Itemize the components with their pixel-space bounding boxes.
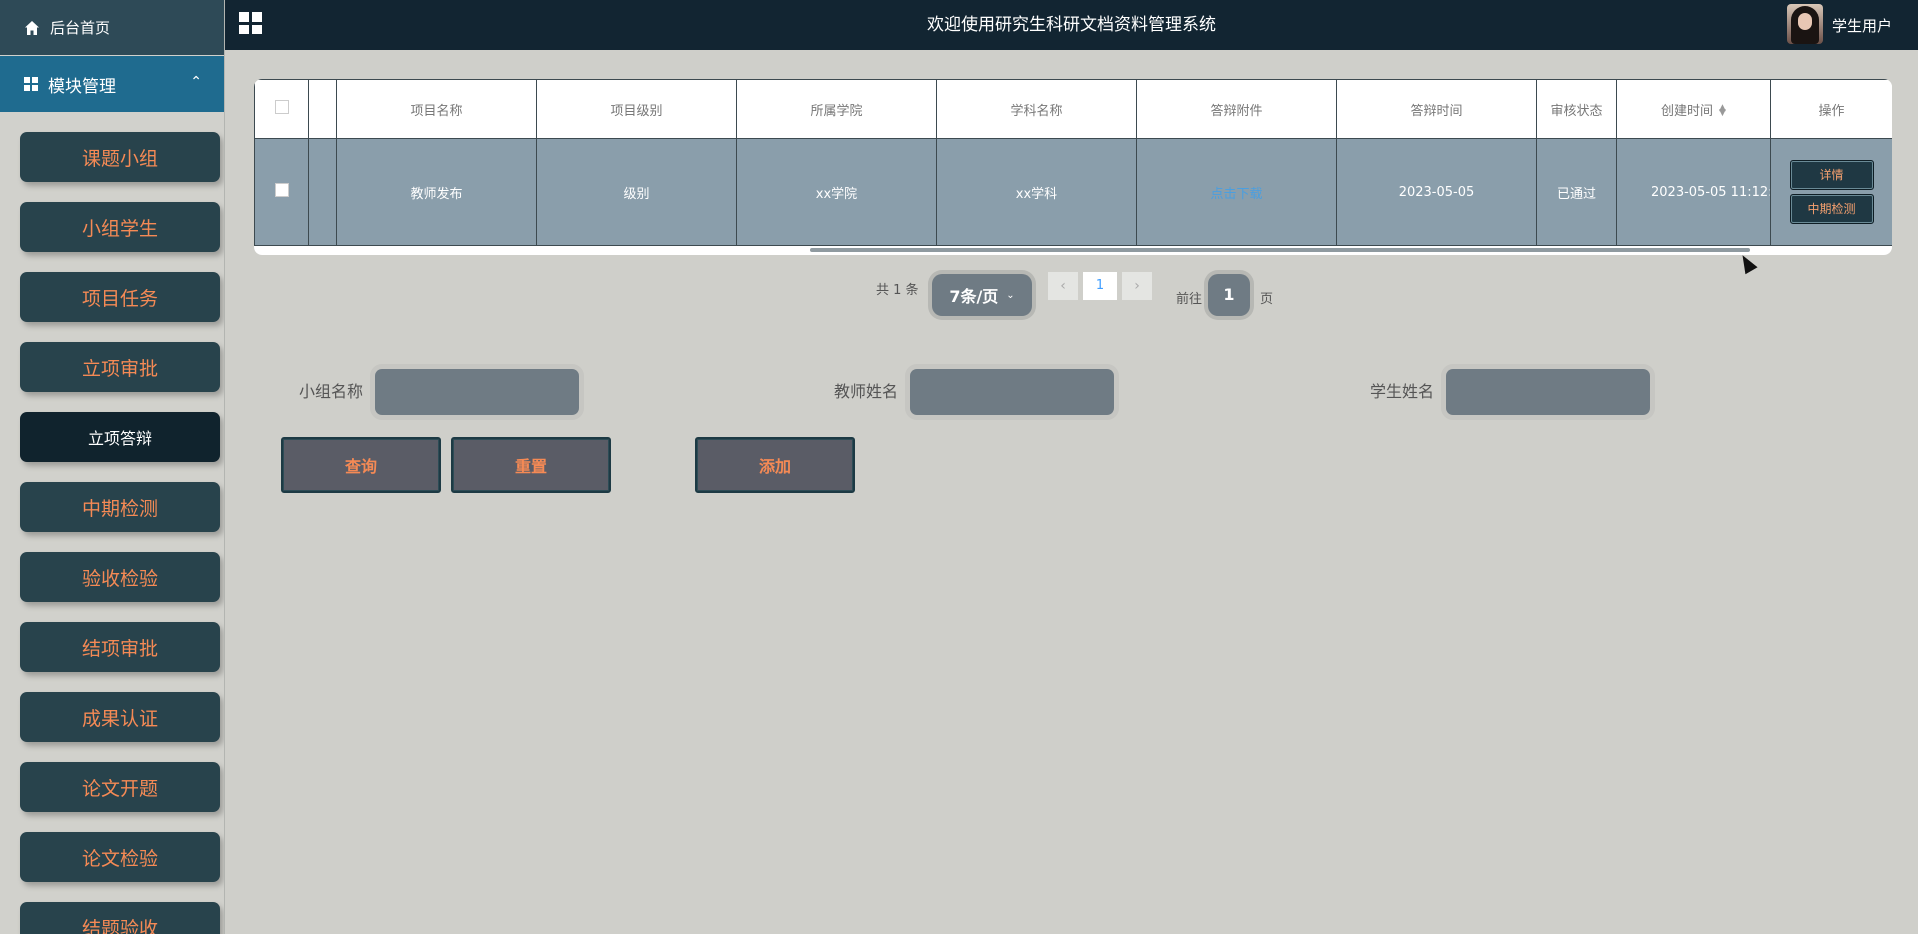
data-table-card: 项目名称 项目级别 所属学院 学科名称 答辩附件 答辩时间 审核状态 创建时间 ▲… bbox=[254, 79, 1892, 255]
table-header-row: 项目名称 项目级别 所属学院 学科名称 答辩附件 答辩时间 审核状态 创建时间 ▲… bbox=[254, 79, 1892, 139]
row-checkbox[interactable] bbox=[274, 183, 289, 197]
chevron-left-icon: ‹ bbox=[1060, 278, 1066, 294]
cell-review-status: 已通过 bbox=[1536, 138, 1617, 246]
cell-project-level: 级别 bbox=[536, 138, 737, 246]
sidebar-item-group-students[interactable]: 小组学生 bbox=[20, 202, 220, 252]
col-header-project-level: 项目级别 bbox=[536, 79, 737, 139]
page-title: 欢迎使用研究生科研文档资料管理系统 bbox=[927, 15, 1216, 35]
sidebar-home-link[interactable]: 后台首页 bbox=[0, 0, 224, 55]
col-header-created-time-label: 创建时间 bbox=[1661, 103, 1714, 119]
pagination-total: 共 1 条 bbox=[876, 283, 919, 298]
col-header-created-time[interactable]: 创建时间 ▲ ▼ bbox=[1616, 79, 1771, 139]
chevron-right-icon: › bbox=[1134, 278, 1140, 294]
sort-icon[interactable]: ▲ ▼ bbox=[1719, 104, 1726, 118]
spacer-cell bbox=[308, 138, 337, 246]
data-table: 项目名称 项目级别 所属学院 学科名称 答辩附件 答辩时间 审核状态 创建时间 ▲… bbox=[254, 79, 1892, 246]
group-name-input[interactable] bbox=[375, 369, 579, 415]
col-header-attachment: 答辩附件 bbox=[1136, 79, 1337, 139]
chevron-down-icon: ⌄ bbox=[1006, 289, 1015, 301]
table-row: 教师发布 级别 xx学院 xx学科 点击下载 2023-05-05 已通过 20… bbox=[254, 138, 1892, 246]
cell-project-name: 教师发布 bbox=[336, 138, 537, 246]
page-size-value: 7条/页 bbox=[949, 287, 999, 306]
cell-college: xx学院 bbox=[736, 138, 937, 246]
username[interactable]: 学生用户 bbox=[1832, 0, 1892, 52]
top-bar: 欢迎使用研究生科研文档资料管理系统 学生用户 bbox=[225, 0, 1918, 50]
sidebar-item-defense[interactable]: 立项答辩 bbox=[20, 412, 220, 462]
sidebar: 后台首页 模块管理 ⌃ 课题小组 小组学生 项目任务 立项审批 立项答辩 中期检… bbox=[0, 0, 225, 934]
add-button[interactable]: 添加 bbox=[695, 437, 855, 493]
sidebar-item-approval[interactable]: 立项审批 bbox=[20, 342, 220, 392]
horizontal-scrollbar[interactable] bbox=[810, 248, 1750, 252]
student-name-input[interactable] bbox=[1446, 369, 1650, 415]
mouse-cursor-icon bbox=[1736, 251, 1758, 275]
prev-page-button[interactable]: ‹ bbox=[1048, 272, 1078, 300]
sidebar-item-topic-group[interactable]: 课题小组 bbox=[20, 132, 220, 182]
sidebar-item-completion-approval[interactable]: 结项审批 bbox=[20, 622, 220, 672]
reset-button[interactable]: 重置 bbox=[451, 437, 611, 493]
select-all-cell[interactable] bbox=[254, 79, 309, 139]
sidebar-module-header[interactable]: 模块管理 ⌃ bbox=[0, 56, 224, 112]
page-number[interactable]: 1 bbox=[1083, 272, 1117, 300]
row-select-cell[interactable] bbox=[254, 138, 309, 246]
page-size-select[interactable]: 7条/页 ⌄ bbox=[932, 274, 1032, 316]
sidebar-item-achievement-cert[interactable]: 成果认证 bbox=[20, 692, 220, 742]
teacher-name-label: 教师姓名 bbox=[834, 382, 899, 401]
midterm-check-button[interactable]: 中期检测 bbox=[1789, 194, 1874, 224]
cell-defense-time: 2023-05-05 bbox=[1336, 138, 1537, 246]
avatar[interactable] bbox=[1787, 4, 1823, 44]
goto-label: 前往 bbox=[1176, 292, 1203, 307]
sidebar-item-midterm-check[interactable]: 中期检测 bbox=[20, 482, 220, 532]
download-link[interactable]: 点击下载 bbox=[1210, 187, 1262, 202]
details-button[interactable]: 详情 bbox=[1789, 160, 1874, 190]
grid-icon bbox=[24, 77, 38, 91]
col-header-review-status: 审核状态 bbox=[1536, 79, 1617, 139]
col-header-college: 所属学院 bbox=[736, 79, 937, 139]
sidebar-item-acceptance-check[interactable]: 验收检验 bbox=[20, 552, 220, 602]
pagination: 共 1 条 7条/页 ⌄ ‹ 1 › 前往 1 页 bbox=[0, 272, 1918, 322]
cell-attachment: 点击下载 bbox=[1136, 138, 1337, 246]
select-all-checkbox[interactable] bbox=[274, 100, 289, 114]
cell-subject: xx学科 bbox=[936, 138, 1137, 246]
sidebar-item-thesis-check[interactable]: 论文检验 bbox=[20, 832, 220, 882]
query-button[interactable]: 查询 bbox=[281, 437, 441, 493]
teacher-name-input[interactable] bbox=[910, 369, 1114, 415]
col-header-defense-time: 答辩时间 bbox=[1336, 79, 1537, 139]
cell-created-time: 2023-05-05 11:12:5 bbox=[1616, 138, 1771, 246]
col-header-project-name: 项目名称 bbox=[336, 79, 537, 139]
cell-actions: 详情 中期检测 bbox=[1770, 138, 1892, 246]
group-name-label: 小组名称 bbox=[299, 382, 364, 401]
sidebar-module-label: 模块管理 bbox=[48, 76, 116, 97]
student-name-label: 学生姓名 bbox=[1370, 382, 1435, 401]
goto-page-input[interactable]: 1 bbox=[1208, 274, 1250, 316]
home-icon bbox=[25, 20, 39, 35]
chevron-up-icon: ⌃ bbox=[190, 74, 202, 90]
sidebar-home-label: 后台首页 bbox=[50, 19, 111, 37]
sidebar-item-final-acceptance[interactable]: 结题验收 bbox=[20, 902, 220, 934]
col-header-actions: 操作 bbox=[1770, 79, 1892, 139]
next-page-button[interactable]: › bbox=[1122, 272, 1152, 300]
col-header-subject: 学科名称 bbox=[936, 79, 1137, 139]
spacer-header bbox=[308, 79, 337, 139]
sidebar-item-thesis-proposal[interactable]: 论文开题 bbox=[20, 762, 220, 812]
page-suffix: 页 bbox=[1260, 292, 1274, 307]
